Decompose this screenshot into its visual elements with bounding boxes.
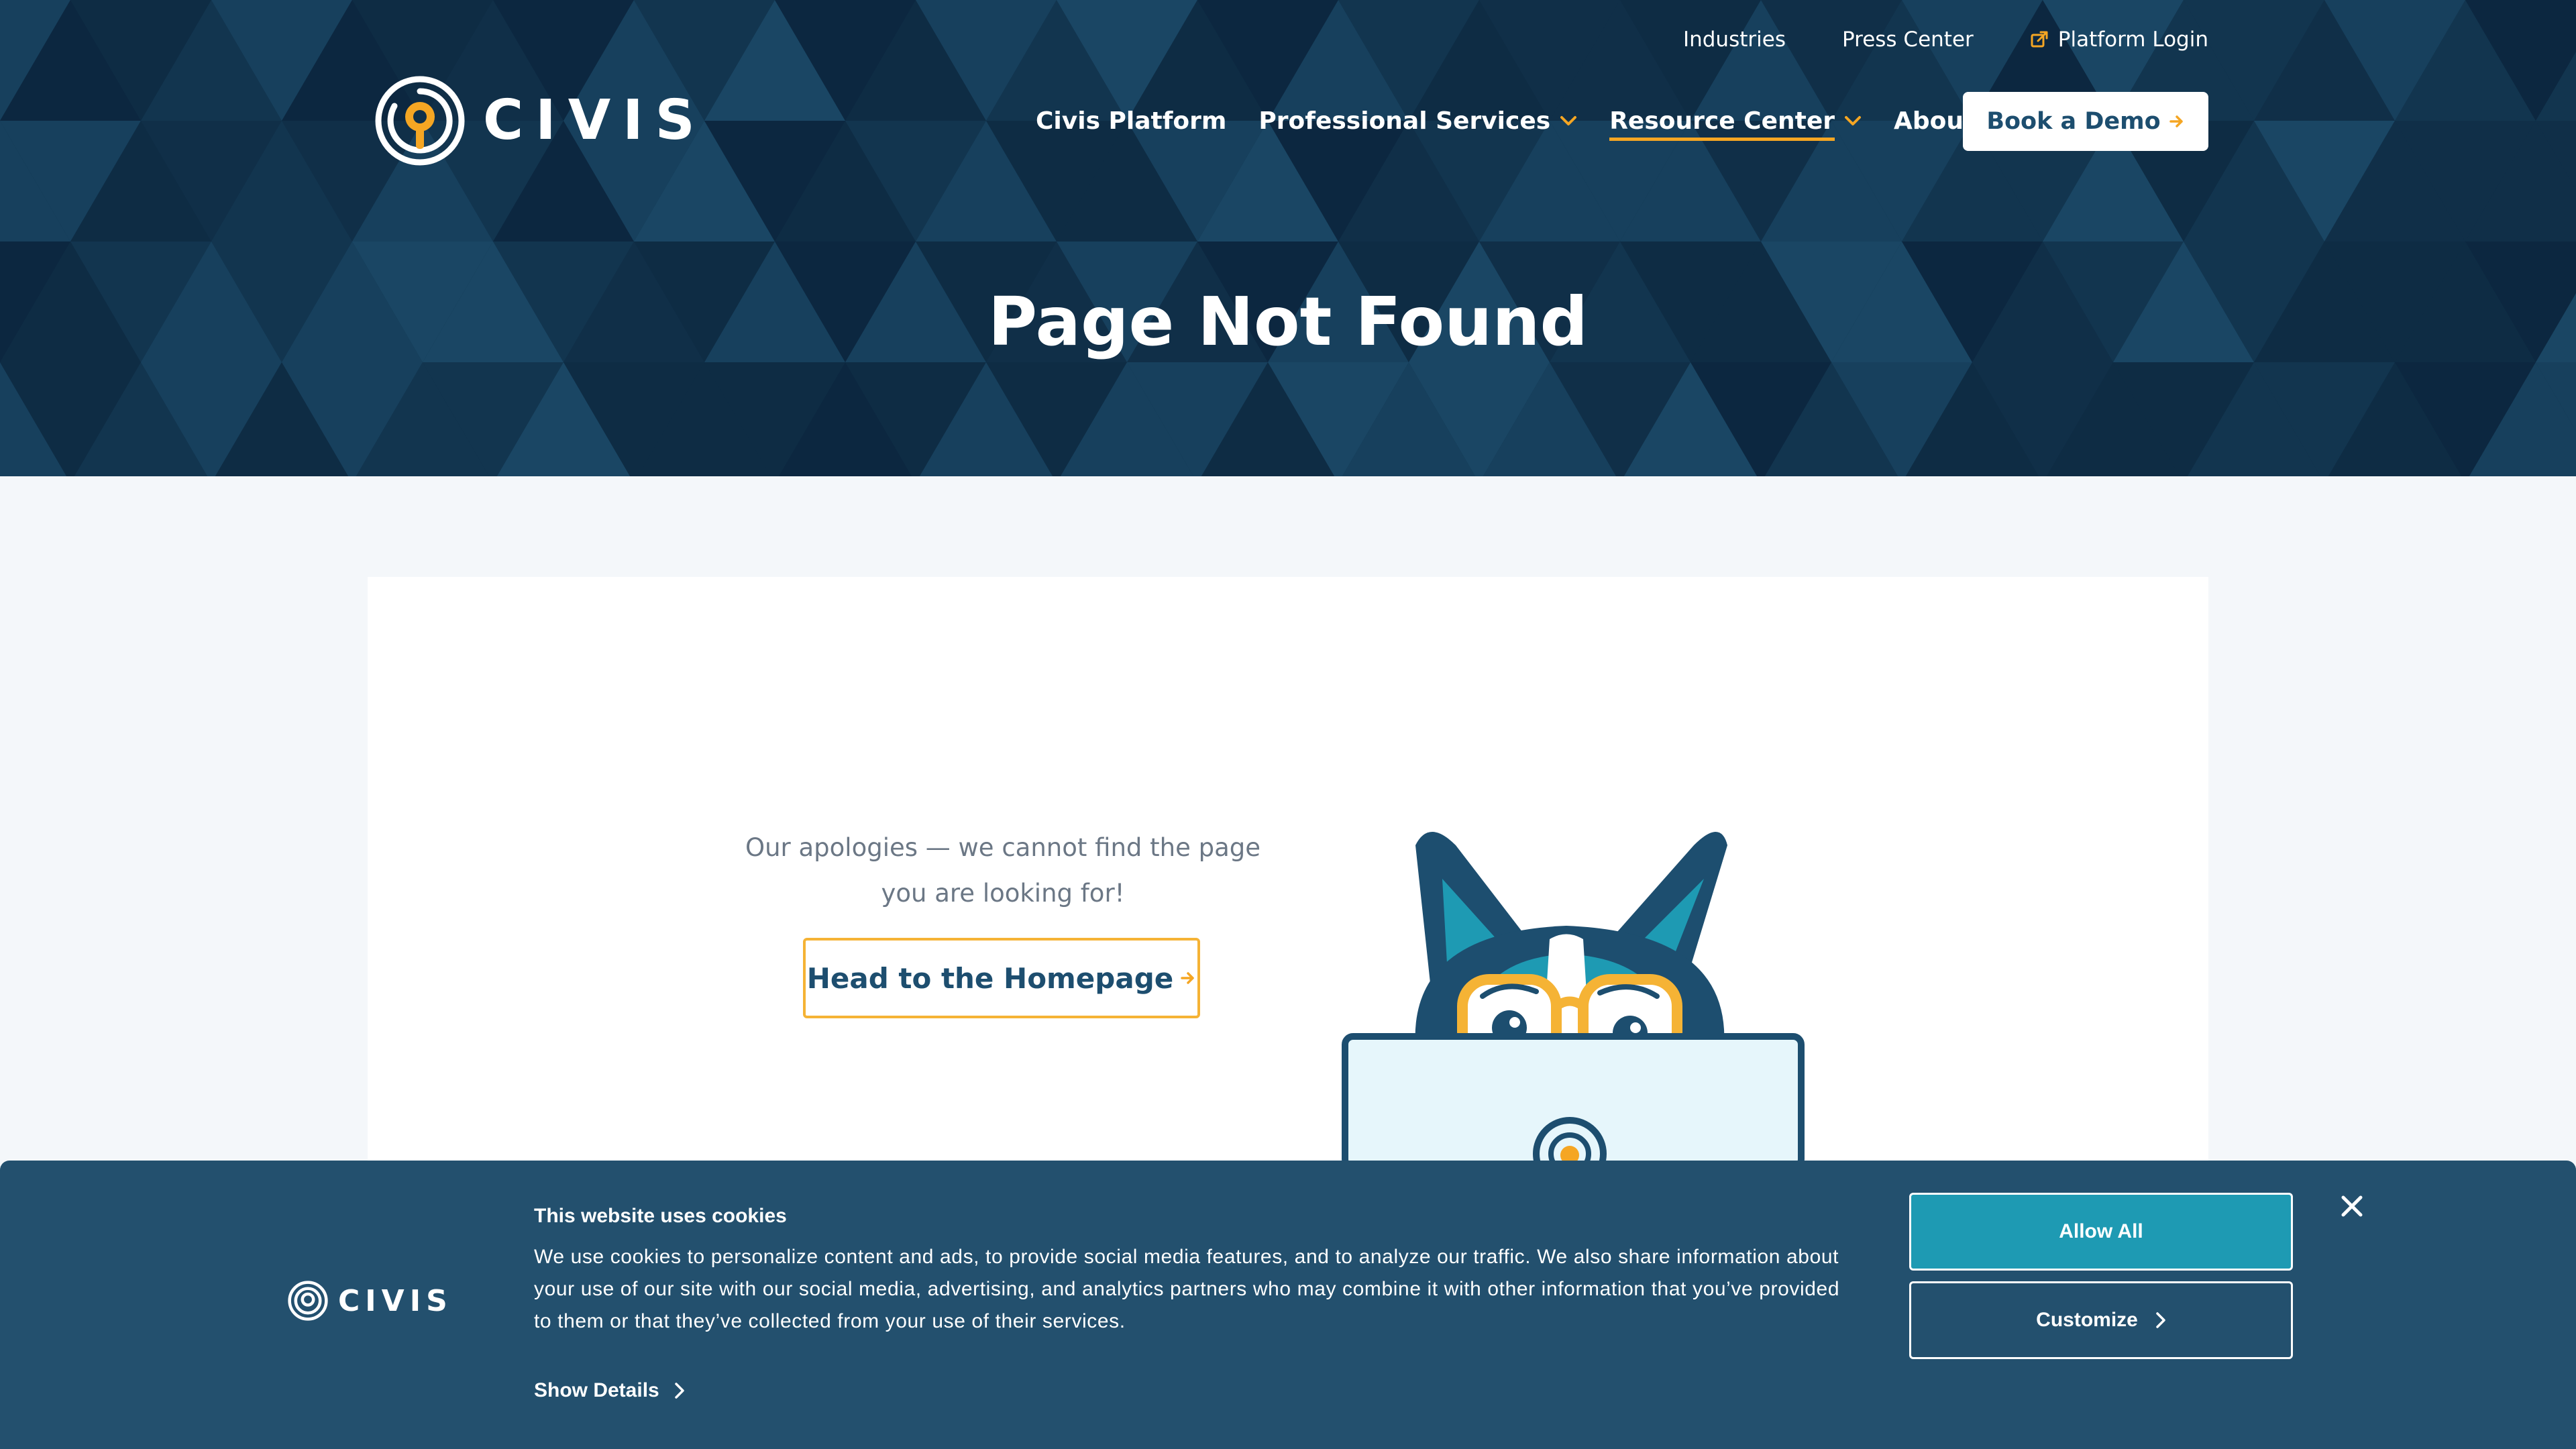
triangle-pattern-background	[0, 0, 2576, 476]
logo-wordmark: CIVIS	[483, 89, 707, 152]
civis-logo-mark	[288, 1281, 328, 1321]
book-demo-label: Book a Demo	[1986, 108, 2161, 135]
show-details-link[interactable]: Show Details	[534, 1379, 685, 1402]
allow-all-label: Allow All	[2059, 1220, 2143, 1242]
page-title: Page Not Found	[987, 282, 1589, 361]
utility-link-label: Industries	[1682, 28, 1786, 52]
nav-item-professional-services[interactable]: Professional Services	[1258, 101, 1577, 141]
chevron-down-icon	[1845, 116, 1861, 125]
apology-line: you are looking for!	[881, 879, 1125, 908]
arrow-right-icon	[2169, 115, 2183, 127]
nav-item-label: Civis Platform	[1036, 107, 1227, 135]
cookie-consent-banner: CIVIS This website uses cookies We use c…	[0, 1161, 2576, 1449]
cookie-banner-body: We use cookies to personalize content an…	[534, 1246, 1840, 1332]
civis-logo[interactable]: CIVIS	[374, 74, 707, 168]
logo-wordmark: CIVIS	[338, 1283, 453, 1318]
arrow-right-icon	[1181, 972, 1194, 984]
civis-logo-mark	[375, 76, 465, 166]
chevron-down-icon	[1560, 116, 1577, 125]
chevron-right-icon	[674, 1383, 684, 1399]
utility-link-label: Platform Login	[2057, 28, 2208, 52]
main-nav: Civis Platform Professional Services Res…	[1036, 101, 2063, 141]
nav-item-label: Professional Services	[1258, 107, 1551, 135]
chevron-right-icon	[2156, 1312, 2165, 1328]
nav-item-resource-center[interactable]: Resource Center	[1609, 101, 1862, 141]
homepage-button[interactable]: Head to the Homepage	[803, 938, 1200, 1018]
external-link-icon	[2031, 31, 2048, 48]
hero-banner: CIVIS Industries Press Center Platform L…	[0, 0, 2576, 476]
show-details-label: Show Details	[534, 1379, 659, 1401]
cookie-banner-logo: CIVIS	[287, 1280, 453, 1322]
utility-link-label: Press Center	[1841, 28, 1974, 52]
customize-label: Customize	[2036, 1309, 2138, 1331]
homepage-button-label: Head to the Homepage	[806, 961, 1174, 995]
apology-line: Our apologies — we cannot find the page	[745, 833, 1261, 862]
book-demo-button[interactable]: Book a Demo	[1963, 92, 2208, 151]
allow-all-button[interactable]: Allow All	[1909, 1193, 2293, 1271]
apology-message: Our apologies — we cannot find the page …	[738, 825, 1268, 916]
utility-link-platform-login[interactable]: Platform Login	[2030, 28, 2208, 52]
utility-link-press-center[interactable]: Press Center	[1842, 28, 1974, 52]
close-icon[interactable]	[2340, 1194, 2364, 1218]
utility-nav: Industries Press Center Platform Login	[1683, 25, 2208, 54]
customize-button[interactable]: Customize	[1909, 1281, 2293, 1359]
dog-mascot-illustration	[1342, 832, 1805, 1167]
nav-item-civis-platform[interactable]: Civis Platform	[1036, 101, 1226, 141]
cookie-banner-title: This website uses cookies	[534, 1205, 787, 1227]
utility-link-industries[interactable]: Industries	[1683, 28, 1786, 52]
nav-item-label: Resource Center	[1609, 101, 1835, 141]
